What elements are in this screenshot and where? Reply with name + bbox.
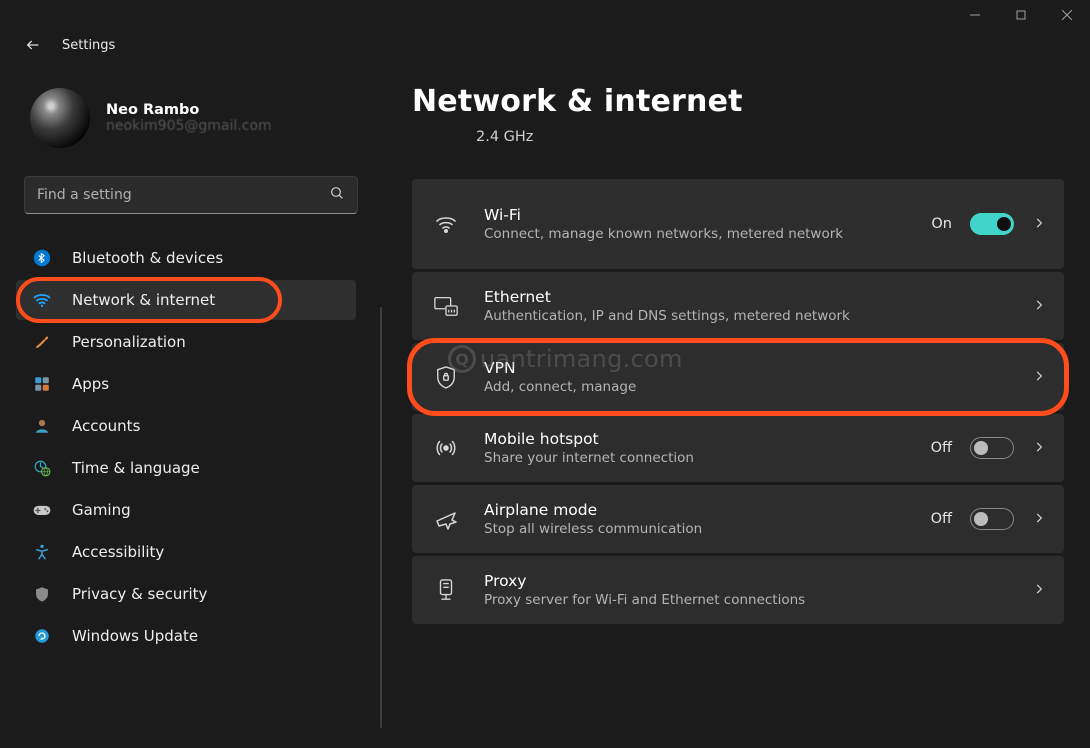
card-subtitle: Add, connect, manage bbox=[484, 379, 1010, 395]
hotspot-toggle[interactable] bbox=[970, 437, 1014, 459]
profile-email: neokim905@gmail.com bbox=[106, 118, 272, 134]
person-icon bbox=[32, 416, 52, 436]
card-mobile-hotspot[interactable]: Mobile hotspot Share your internet conne… bbox=[412, 414, 1064, 482]
chevron-right-icon bbox=[1032, 297, 1046, 316]
profile-name: Neo Rambo bbox=[106, 102, 272, 118]
card-title: VPN bbox=[484, 359, 1010, 377]
window-minimize-button[interactable] bbox=[952, 0, 998, 30]
chevron-right-icon bbox=[1032, 581, 1046, 600]
sidebar-item-label: Windows Update bbox=[72, 627, 198, 645]
card-subtitle: Share your internet connection bbox=[484, 450, 909, 466]
airplane-icon bbox=[430, 507, 462, 531]
sidebar-item-accounts[interactable]: Accounts bbox=[16, 406, 356, 446]
bluetooth-icon bbox=[32, 248, 52, 268]
sidebar-item-label: Accounts bbox=[72, 417, 140, 435]
vpn-shield-icon bbox=[430, 365, 462, 389]
sidebar-item-label: Privacy & security bbox=[72, 585, 207, 603]
sidebar-item-gaming[interactable]: Gaming bbox=[16, 490, 356, 530]
window-maximize-button[interactable] bbox=[998, 0, 1044, 30]
sidebar-item-bluetooth[interactable]: Bluetooth & devices bbox=[16, 238, 356, 278]
search-box[interactable] bbox=[24, 176, 358, 214]
clock-globe-icon bbox=[32, 458, 52, 478]
back-button[interactable] bbox=[22, 34, 44, 56]
sidebar-item-apps[interactable]: Apps bbox=[16, 364, 356, 404]
chevron-right-icon bbox=[1032, 215, 1046, 234]
card-title: Wi-Fi bbox=[484, 206, 909, 224]
chevron-right-icon bbox=[1032, 510, 1046, 529]
sidebar-item-label: Time & language bbox=[72, 459, 200, 477]
page-title: Network & internet bbox=[412, 84, 1064, 119]
card-subtitle: Stop all wireless communication bbox=[484, 521, 909, 537]
search-icon bbox=[329, 185, 345, 205]
card-proxy[interactable]: Proxy Proxy server for Wi-Fi and Etherne… bbox=[412, 556, 1064, 624]
hotspot-icon bbox=[430, 436, 462, 460]
wifi-toggle[interactable] bbox=[970, 213, 1014, 235]
accessibility-icon bbox=[32, 542, 52, 562]
search-input[interactable] bbox=[37, 187, 329, 203]
airplane-toggle[interactable] bbox=[970, 508, 1014, 530]
proxy-icon bbox=[430, 577, 462, 603]
sidebar-item-time-language[interactable]: Time & language bbox=[16, 448, 356, 488]
sidebar-item-privacy[interactable]: Privacy & security bbox=[16, 574, 356, 614]
chevron-right-icon bbox=[1032, 368, 1046, 387]
card-subtitle: Connect, manage known networks, metered … bbox=[484, 226, 909, 242]
card-subtitle: Authentication, IP and DNS settings, met… bbox=[484, 308, 1010, 324]
ethernet-icon bbox=[430, 294, 462, 318]
sidebar-item-label: Personalization bbox=[72, 333, 186, 351]
apps-icon bbox=[32, 374, 52, 394]
card-airplane-mode[interactable]: Airplane mode Stop all wireless communic… bbox=[412, 485, 1064, 553]
card-ethernet[interactable]: Ethernet Authentication, IP and DNS sett… bbox=[412, 272, 1064, 340]
app-header: Settings bbox=[0, 30, 1090, 58]
window-close-button[interactable] bbox=[1044, 0, 1090, 30]
sidebar-item-label: Apps bbox=[72, 375, 109, 393]
card-subtitle: Proxy server for Wi-Fi and Ethernet conn… bbox=[484, 592, 1010, 608]
sidebar-item-personalization[interactable]: Personalization bbox=[16, 322, 356, 362]
card-title: Proxy bbox=[484, 572, 1010, 590]
sidebar-item-accessibility[interactable]: Accessibility bbox=[16, 532, 356, 572]
card-title: Ethernet bbox=[484, 288, 1010, 306]
avatar bbox=[30, 88, 90, 148]
shield-icon bbox=[32, 584, 52, 604]
sidebar-item-network[interactable]: Network & internet bbox=[16, 280, 356, 320]
window-titlebar bbox=[0, 0, 1090, 30]
toggle-state: Off bbox=[931, 440, 952, 456]
profile-block[interactable]: Neo Rambo neokim905@gmail.com bbox=[16, 88, 370, 148]
sidebar-item-windows-update[interactable]: Windows Update bbox=[16, 616, 356, 656]
app-title: Settings bbox=[62, 38, 115, 53]
sidebar: Neo Rambo neokim905@gmail.com Bluetooth … bbox=[0, 58, 370, 746]
card-title: Mobile hotspot bbox=[484, 430, 909, 448]
wifi-icon bbox=[32, 290, 52, 310]
sidebar-item-label: Accessibility bbox=[72, 543, 164, 561]
gamepad-icon bbox=[32, 500, 52, 520]
sidebar-item-label: Gaming bbox=[72, 501, 131, 519]
card-vpn[interactable]: VPN Add, connect, manage bbox=[412, 343, 1064, 411]
update-icon bbox=[32, 626, 52, 646]
wifi-frequency: 2.4 GHz bbox=[476, 129, 1064, 145]
wifi-icon bbox=[430, 212, 462, 236]
chevron-right-icon bbox=[1032, 439, 1046, 458]
content-pane: Network & internet 2.4 GHz Wi-Fi Connect… bbox=[370, 58, 1090, 746]
paint-brush-icon bbox=[32, 332, 52, 352]
toggle-state: On bbox=[931, 216, 952, 232]
sidebar-item-label: Network & internet bbox=[72, 291, 215, 309]
card-title: Airplane mode bbox=[484, 501, 909, 519]
nav-list: Bluetooth & devices Network & internet P… bbox=[16, 238, 370, 656]
card-wifi[interactable]: Wi-Fi Connect, manage known networks, me… bbox=[412, 179, 1064, 269]
toggle-state: Off bbox=[931, 511, 952, 527]
sidebar-item-label: Bluetooth & devices bbox=[72, 249, 223, 267]
